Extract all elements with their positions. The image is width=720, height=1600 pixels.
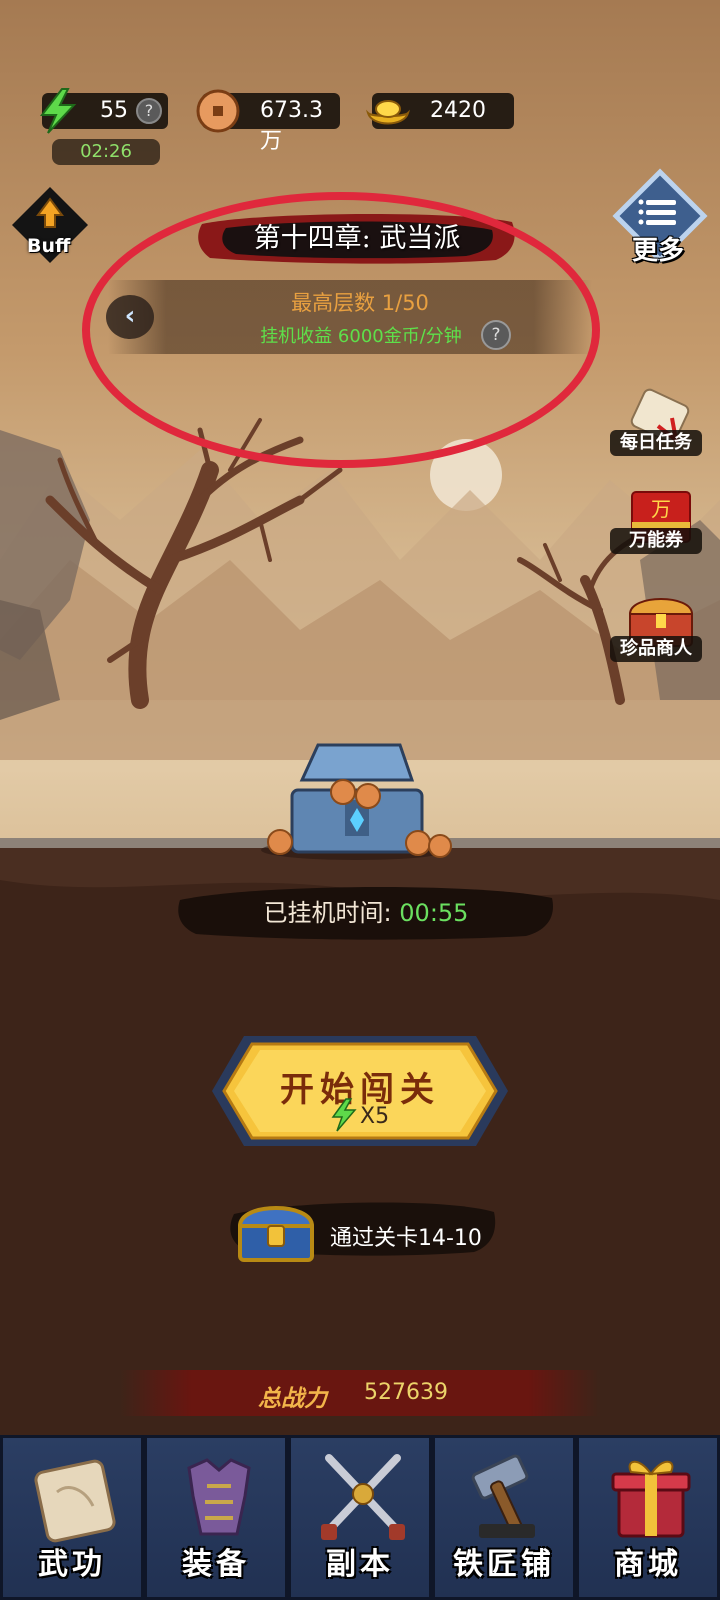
highlight-annotation-ring	[82, 192, 600, 468]
nav-tab-shop[interactable]: 商城	[576, 1435, 720, 1600]
nav-label-blacksmith: 铁匠铺	[453, 1547, 555, 1582]
hammer-icon	[471, 1454, 535, 1538]
coins-value: 673.3万	[260, 98, 323, 154]
energy-value: 55	[100, 98, 128, 123]
gift-box-icon	[611, 1460, 691, 1538]
lightning-energy-icon	[39, 88, 77, 134]
nav-label-dungeon: 副本	[326, 1547, 394, 1582]
gold-ingot-counter[interactable]: 2420	[365, 93, 514, 129]
afk-time-label: 已挂机时间:	[263, 899, 392, 927]
energy-refill-timer: 02:26	[52, 139, 160, 165]
nav-tab-equipment[interactable]: 装备	[144, 1435, 288, 1600]
coins-counter[interactable]: 673.3万	[196, 89, 340, 154]
universal-ticket-label[interactable]: 万能券	[610, 528, 702, 554]
more-label: 更多	[632, 236, 685, 266]
crossed-swords-icon	[321, 1454, 405, 1540]
total-power-label: 总战力	[258, 1385, 327, 1412]
buff-label: Buff	[27, 235, 71, 257]
afk-time-display: 已挂机时间: 00:55	[176, 893, 556, 928]
total-power-bar	[120, 1370, 600, 1416]
armor-icon	[187, 1458, 251, 1536]
stage-reward-text: 通过关卡14-10	[330, 1226, 482, 1251]
copper-coin-icon	[196, 89, 240, 133]
lightning-cost-icon	[331, 1098, 357, 1132]
ingot-value: 2420	[430, 98, 486, 123]
energy-counter[interactable]: 55 ?	[39, 88, 168, 134]
afk-time-value: 00:55	[399, 899, 469, 927]
bottom-navigation: 武功 装备 副本 铁匠铺 商城	[0, 1435, 720, 1600]
nav-tab-dungeon[interactable]: 副本	[288, 1435, 432, 1600]
energy-help-icon[interactable]: ?	[136, 98, 162, 124]
idle-treasure-chest	[261, 743, 452, 860]
nav-label-martial-arts: 武功	[38, 1547, 106, 1582]
energy-cost-value: X5	[360, 1104, 390, 1129]
daily-tasks-label[interactable]: 每日任务	[610, 430, 702, 456]
nav-tab-martial-arts[interactable]: 武功	[0, 1435, 144, 1600]
total-power-value: 527639	[364, 1380, 448, 1405]
red-ticket-icon[interactable]: 万	[618, 482, 708, 572]
martial-scroll-icon	[34, 1459, 116, 1543]
svg-text:万: 万	[651, 497, 671, 521]
gold-treasure-chest-icon[interactable]	[234, 1196, 318, 1266]
nav-label-equipment: 装备	[182, 1547, 250, 1582]
nav-tab-blacksmith[interactable]: 铁匠铺	[432, 1435, 576, 1600]
gold-ingot-icon	[365, 100, 411, 125]
rare-merchant-label[interactable]: 珍品商人	[610, 636, 702, 662]
nav-label-shop: 商城	[614, 1547, 682, 1582]
